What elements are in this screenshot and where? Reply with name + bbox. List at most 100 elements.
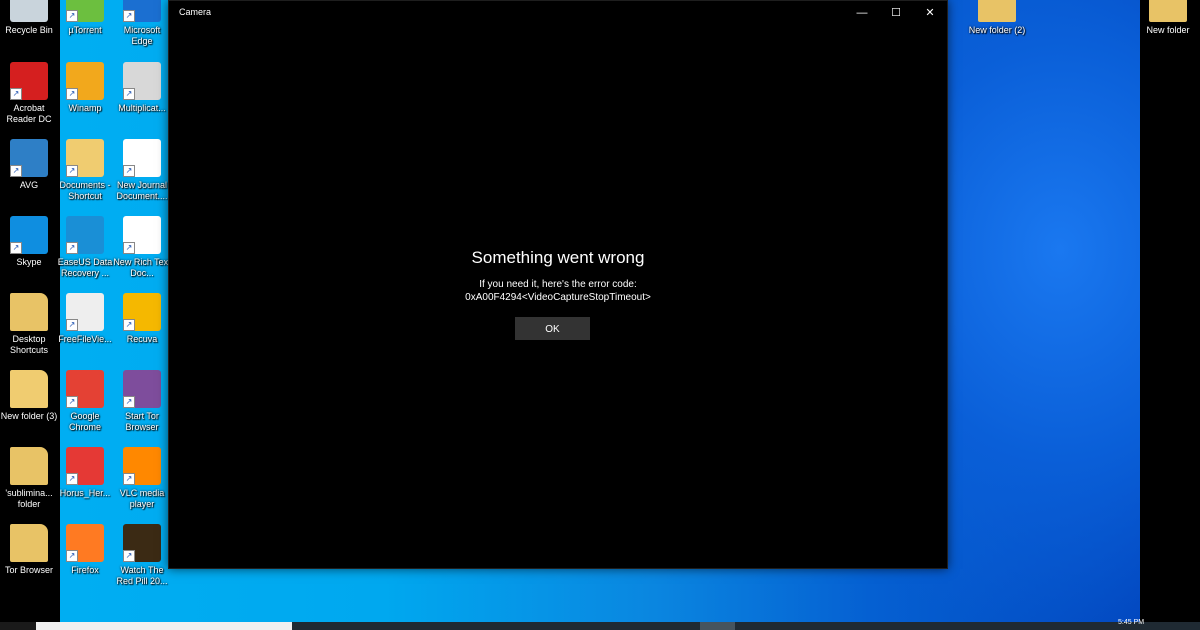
utorrent-icon: ↗ xyxy=(66,0,104,22)
shortcut-arrow-icon: ↗ xyxy=(10,88,22,100)
chrome-icon: ↗ xyxy=(66,370,104,408)
desktop-icon[interactable]: ↗ New Rich Text Doc... xyxy=(113,216,171,279)
rich-text-document-icon: ↗ xyxy=(123,216,161,254)
desktop-icon[interactable]: ↗ Firefox xyxy=(56,524,114,576)
error-code: 0xA00F4294<VideoCaptureStopTimeout> xyxy=(465,292,651,303)
desktop-icon-label: Recuva xyxy=(126,334,158,344)
journal-document-icon: ↗ xyxy=(123,139,161,177)
shortcut-arrow-icon: ↗ xyxy=(66,550,78,562)
taskbar-camera-app[interactable] xyxy=(700,622,735,630)
desktop-icon-label: Start Tor Browser xyxy=(125,411,159,432)
shortcut-arrow-icon: ↗ xyxy=(10,165,22,177)
camera-window: Camera — ☐ ✕ Something went wrong If you… xyxy=(168,0,948,569)
error-title: Something went wrong xyxy=(471,248,645,267)
desktop-icon-label: Multiplicat... xyxy=(118,103,166,113)
desktop-icon[interactable]: ↗ FreeFileVie... xyxy=(56,293,114,345)
shortcut-arrow-icon: ↗ xyxy=(123,319,135,331)
start-button[interactable] xyxy=(0,622,36,630)
desktop-icon-label: Firefox xyxy=(71,565,99,575)
desktop-icon-label: Desktop Shortcuts xyxy=(9,334,49,355)
desktop-icon-label: FreeFileVie... xyxy=(58,334,112,344)
desktop-icon-label: Recycle Bin xyxy=(5,25,53,35)
desktop-icon-label: Watch The Red Pill 20... xyxy=(116,565,168,586)
edge-icon: ↗ xyxy=(123,0,161,22)
taskbar-search-box[interactable] xyxy=(36,622,292,630)
desktop-icon[interactable]: 'sublimina... folder xyxy=(0,447,58,510)
desktop-icon[interactable]: ↗ New Journal Document.... xyxy=(113,139,171,202)
ok-button[interactable]: OK xyxy=(515,317,590,340)
desktop-icon[interactable]: ↗ Watch The Red Pill 20... xyxy=(113,524,171,587)
desktop-icon[interactable]: ↗ µTorrent xyxy=(56,0,114,36)
vlc-icon: ↗ xyxy=(123,447,161,485)
error-message: If you need it, here's the error code: xyxy=(479,279,637,290)
desktop-icon[interactable]: ↗ Winamp xyxy=(56,62,114,114)
desktop-icon-label: New folder xyxy=(1146,25,1190,35)
tor-browser-icon: ↗ xyxy=(123,370,161,408)
folder-icon xyxy=(10,370,48,408)
folder-icon xyxy=(1149,0,1187,22)
acrobat-icon: ↗ xyxy=(10,62,48,100)
desktop-icon-label: Winamp xyxy=(68,103,102,113)
shortcut-arrow-icon: ↗ xyxy=(123,550,135,562)
desktop-icon[interactable]: Desktop Shortcuts xyxy=(0,293,58,356)
desktop-icon-label: AVG xyxy=(19,180,39,190)
folder-icon xyxy=(10,447,48,485)
desktop-icon[interactable]: New folder (2) xyxy=(968,0,1026,36)
shortcut-arrow-icon: ↗ xyxy=(66,88,78,100)
taskbar-clock[interactable]: 5:45 PM xyxy=(1118,619,1144,626)
desktop-icon[interactable]: ↗ Acrobat Reader DC xyxy=(0,62,58,125)
close-button[interactable]: ✕ xyxy=(913,1,947,25)
desktop-icon-label: Skype xyxy=(16,257,42,267)
documents-folder-icon: ↗ xyxy=(66,139,104,177)
skype-icon: ↗ xyxy=(10,216,48,254)
shortcut-arrow-icon: ↗ xyxy=(66,165,78,177)
desktop-icon-label: VLC media player xyxy=(119,488,165,509)
desktop-icon[interactable]: ↗ Start Tor Browser xyxy=(113,370,171,433)
folder-icon xyxy=(10,524,48,562)
desktop-icon[interactable]: ↗ Microsoft Edge xyxy=(113,0,171,47)
minimize-button[interactable]: — xyxy=(845,1,879,25)
desktop-icon[interactable]: New folder (3) xyxy=(0,370,58,422)
desktop-icon-label: Acrobat Reader DC xyxy=(6,103,52,124)
folder-icon xyxy=(10,293,48,331)
desktop-icon[interactable]: ↗ Multiplicat... xyxy=(113,62,171,114)
shortcut-arrow-icon: ↗ xyxy=(10,242,22,254)
taskbar: 5:45 PM xyxy=(0,619,1200,630)
desktop-icon-label: New folder (2) xyxy=(968,25,1026,35)
shortcut-arrow-icon: ↗ xyxy=(66,319,78,331)
desktop-icon-label: EaseUS Data Recovery ... xyxy=(57,257,113,278)
shortcut-arrow-icon: ↗ xyxy=(66,396,78,408)
desktop-icon[interactable]: ↗ AVG xyxy=(0,139,58,191)
desktop-icon[interactable]: ↗ Horus_Her... xyxy=(56,447,114,499)
shortcut-arrow-icon: ↗ xyxy=(66,242,78,254)
easeus-icon: ↗ xyxy=(66,216,104,254)
pdf-file-icon: ↗ xyxy=(66,447,104,485)
desktop-icon-label: Documents - Shortcut xyxy=(59,180,111,201)
video-file-icon: ↗ xyxy=(123,524,161,562)
desktop-icon-label: Microsoft Edge xyxy=(123,25,161,46)
desktop-icon-label: 'sublimina... folder xyxy=(5,488,53,509)
desktop-icon[interactable]: ↗ Skype xyxy=(0,216,58,268)
winamp-icon: ↗ xyxy=(66,62,104,100)
desktop-icon[interactable]: ↗ Google Chrome xyxy=(56,370,114,433)
window-title: Camera xyxy=(179,7,212,17)
shortcut-arrow-icon: ↗ xyxy=(123,88,135,100)
shortcut-arrow-icon: ↗ xyxy=(123,473,135,485)
multiplication-icon: ↗ xyxy=(123,62,161,100)
shortcut-arrow-icon: ↗ xyxy=(123,10,135,22)
shortcut-arrow-icon: ↗ xyxy=(123,396,135,408)
avg-icon: ↗ xyxy=(10,139,48,177)
firefox-icon: ↗ xyxy=(66,524,104,562)
maximize-button[interactable]: ☐ xyxy=(879,1,913,25)
desktop-icon[interactable]: ↗ VLC media player xyxy=(113,447,171,510)
title-bar[interactable]: Camera — ☐ ✕ xyxy=(169,1,947,25)
desktop-icon[interactable]: Recycle Bin xyxy=(0,0,58,36)
folder-icon xyxy=(978,0,1016,22)
desktop-icon[interactable]: ↗ EaseUS Data Recovery ... xyxy=(56,216,114,279)
shortcut-arrow-icon: ↗ xyxy=(66,10,78,22)
desktop-icon[interactable]: ↗ Documents - Shortcut xyxy=(56,139,114,202)
desktop-icon[interactable]: ↗ Recuva xyxy=(113,293,171,345)
desktop-icon[interactable]: Tor Browser xyxy=(0,524,58,576)
desktop-icon[interactable]: New folder xyxy=(1139,0,1197,36)
recuva-icon: ↗ xyxy=(123,293,161,331)
